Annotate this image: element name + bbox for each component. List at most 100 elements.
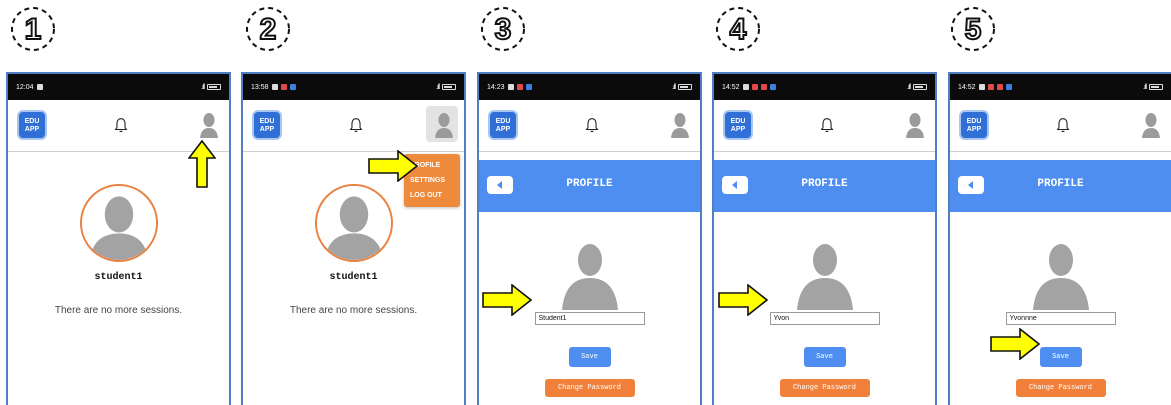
status-time: 14:23 [487,83,505,91]
notification-icon [987,84,994,90]
status-bar: 14:52 .ıll [714,74,935,100]
app-logo[interactable]: EDU APP [723,110,753,140]
status-bar: 14:23 .ıll [479,74,700,100]
notification-icon [751,84,758,90]
battery-icon [442,84,456,90]
status-time: 12:04 [16,83,34,91]
app-bar: EDU APP [950,100,1171,152]
bell-icon[interactable] [583,116,601,134]
yellow-arrow-right-icon [482,284,532,316]
step-number-1: 1 [8,4,58,54]
notification-icon [1005,84,1012,90]
svg-text:4: 4 [730,13,747,46]
user-icon[interactable] [1141,112,1161,138]
step-number-3: 3 [478,4,528,54]
bell-icon[interactable] [112,116,130,134]
svg-text:1: 1 [25,13,42,46]
save-button[interactable]: Save [568,347,611,367]
signal-icon: .ıll [907,83,911,91]
phone-screen-1: 12:04 .ıll EDU APP student1 There are no … [6,72,231,405]
user-icon[interactable] [670,112,690,138]
app-logo[interactable]: EDU APP [252,110,282,140]
name-input[interactable] [1005,312,1116,325]
page-title: PROFILE [566,178,613,190]
bell-icon[interactable] [1054,116,1072,134]
profile-header: PROFILE [714,160,935,212]
yellow-arrow-right-icon [990,328,1040,360]
page-title: PROFILE [801,178,848,190]
app-bar: EDU APP [714,100,935,152]
username-label: student1 [94,272,143,283]
name-input[interactable] [769,312,880,325]
profile-header: PROFILE [950,160,1171,212]
yellow-arrow-up-icon [188,140,216,188]
username-label: student1 [329,272,378,283]
profile-avatar [79,184,158,262]
status-bar: 12:04 .ıll [8,74,229,100]
battery-icon [1149,84,1163,90]
step-number-5: 5 [948,4,998,54]
notification-icon [996,84,1003,90]
bell-icon[interactable] [347,116,365,134]
battery-icon [207,84,221,90]
user-icon[interactable] [434,112,454,138]
save-button[interactable]: Save [803,347,846,367]
svg-text:2: 2 [260,13,277,46]
no-sessions-message: There are no more sessions. [289,305,418,316]
signal-icon: .ıll [672,83,676,91]
phone-screen-3: 14:23 .ıll EDUAPP PROFILE Save Change Pa… [477,72,702,405]
svg-text:5: 5 [965,13,982,46]
profile-avatar [314,184,393,262]
notification-icon [36,84,43,90]
menu-item-logout[interactable]: LOG OUT [404,188,460,203]
app-logo[interactable]: EDU APP [488,110,518,140]
bell-icon[interactable] [818,116,836,134]
step-number-4: 4 [713,4,763,54]
name-input[interactable] [534,312,645,325]
status-bar: 14:52 .ıll [950,74,1171,100]
profile-avatar [1031,240,1091,310]
app-logo[interactable]: EDU APP [959,110,989,140]
app-bar: EDU APP [243,100,464,152]
yellow-arrow-right-icon [718,284,768,316]
status-bar: 13:58 .ıll [243,74,464,100]
notification-icon [516,84,523,90]
step-number-2: 2 [243,4,293,54]
notification-icon [769,84,776,90]
yellow-arrow-right-icon [368,150,418,182]
profile-avatar [795,240,855,310]
alarm-icon [978,84,985,90]
phone-screen-4: 14:52 .ıll EDUAPP PROFILE Save Change Pa… [712,72,937,405]
notification-icon [760,84,767,90]
no-sessions-message: There are no more sessions. [54,305,183,316]
profile-header: PROFILE [479,160,700,212]
tutorial-stage: 1 2 3 4 5 12:04 .ıll EDU APP student1 Th… [0,0,1171,405]
svg-text:3: 3 [495,13,512,46]
status-time: 14:52 [958,83,976,91]
change-password-button[interactable]: Change Password [544,379,635,397]
signal-icon: .ıll [201,83,205,91]
signal-icon: .ıll [436,83,440,91]
alarm-icon [271,84,278,90]
app-logo[interactable]: EDU APP [17,110,47,140]
battery-icon [678,84,692,90]
phone-screen-2: 13:58 .ıll EDU APP student1 There are no … [241,72,466,405]
notification-icon [280,84,287,90]
notification-icon [289,84,296,90]
user-icon[interactable] [199,112,219,138]
page-title: PROFILE [1037,178,1084,190]
app-bar: EDU APP [479,100,700,152]
notification-icon [525,84,532,90]
change-password-button[interactable]: Change Password [779,379,870,397]
status-time: 14:52 [722,83,740,91]
save-button[interactable]: Save [1039,347,1082,367]
phone-screen-5: 14:52 .ıll EDUAPP PROFILE Save Change Pa… [948,72,1171,405]
signal-icon: .ıll [1143,83,1147,91]
profile-avatar [560,240,620,310]
battery-icon [913,84,927,90]
user-icon[interactable] [905,112,925,138]
change-password-button[interactable]: Change Password [1015,379,1106,397]
alarm-icon [507,84,514,90]
alarm-icon [742,84,749,90]
home-body: student1 There are no more sessions. [8,184,229,316]
